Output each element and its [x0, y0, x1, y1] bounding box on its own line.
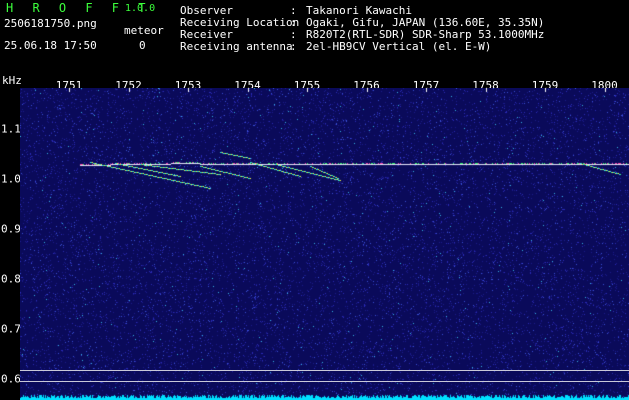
- frequency-tick-label: 0.8: [1, 272, 21, 286]
- info-sep: :: [290, 40, 297, 53]
- frequency-tick-label: 0.6: [1, 372, 21, 386]
- info-label-antenna: Receiving antenna: [180, 40, 293, 53]
- reference-line: [20, 370, 629, 371]
- timestamp: 25.06.18 17:50: [4, 39, 97, 52]
- frequency-tick-label: 0.9: [1, 222, 21, 236]
- app-version: 1.0.0: [125, 3, 156, 14]
- frequency-tick-label: 1.0: [1, 172, 21, 186]
- reference-line: [20, 381, 629, 382]
- header-panel: H R O F F T 1.0.0 2506181750.png meteor …: [0, 0, 629, 70]
- info-value-antenna: 2el-HB9CV Vertical (el. E-W): [306, 40, 492, 53]
- spectrogram-canvas: [20, 88, 629, 400]
- spectrogram: [20, 88, 629, 400]
- meteor-count: 0: [139, 39, 146, 52]
- frequency-tick-label: 1.1: [1, 122, 21, 136]
- meteor-label: meteor: [124, 24, 164, 37]
- file-name: 2506181750.png: [4, 17, 97, 30]
- y-axis-unit: kHz: [2, 74, 22, 87]
- frequency-tick-label: 0.7: [1, 322, 21, 336]
